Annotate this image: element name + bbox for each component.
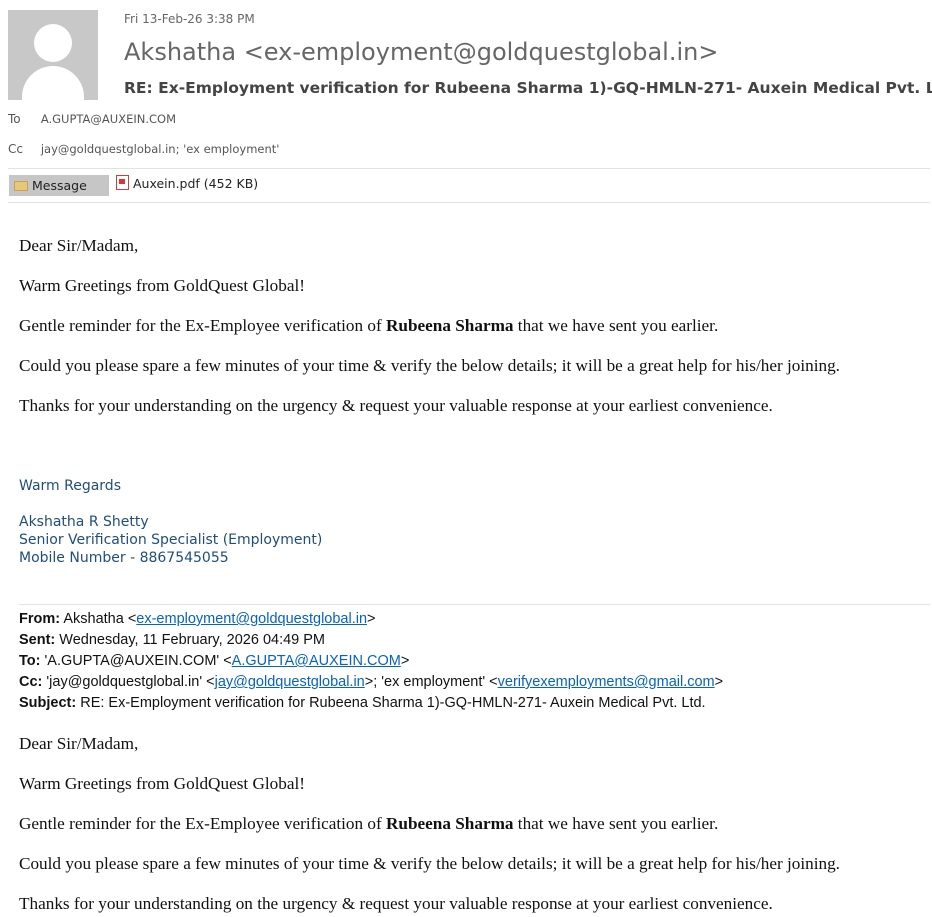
fw-from-label: From: <box>19 611 61 627</box>
to-label: To <box>8 112 21 126</box>
message-tab[interactable]: Message <box>9 175 109 196</box>
reminder-pre: Gentle reminder for the Ex-Employee veri… <box>19 316 386 335</box>
to-recipient[interactable]: A.GUPTA@AUXEIN.COM <box>41 112 176 126</box>
fw-candidate-name: Rubeena Sharma <box>386 814 514 833</box>
fw-cc-mid: >; 'ex employment' < <box>364 674 498 690</box>
thanks-line: Thanks for your understanding on the urg… <box>19 396 773 415</box>
signature-name: Akshatha R Shetty <box>19 514 149 530</box>
sender-avatar <box>8 10 98 100</box>
greeting: Dear Sir/Madam, <box>19 236 139 255</box>
fw-cc-email2-link[interactable]: verifyexemployments@gmail.com <box>498 674 715 690</box>
fw-from-name: Akshatha < <box>63 611 137 627</box>
fw-reminder-post: that we have sent you earlier. <box>513 814 719 833</box>
signature-title: Senior Verification Specialist (Employme… <box>19 532 323 548</box>
message-tab-label: Message <box>32 178 87 193</box>
fw-sent-value: Wednesday, 11 February, 2026 04:49 PM <box>59 632 326 648</box>
fw-to-close: > <box>400 653 410 669</box>
fw-from-close: > <box>367 611 376 627</box>
envelope-icon <box>14 180 28 191</box>
pdf-icon <box>116 175 129 190</box>
fw-subject-label: Subject: <box>19 695 77 711</box>
warm-greeting: Warm Greetings from GoldQuest Global! <box>19 276 305 295</box>
signature-regards: Warm Regards <box>19 478 121 494</box>
fw-cc-label: Cc: <box>19 674 43 690</box>
fw-cc-name1: 'jay@goldquestglobal.in' < <box>46 674 215 690</box>
fw-cc-email1-link[interactable]: jay@goldquestglobal.in <box>215 674 365 690</box>
fw-cc-close: > <box>714 674 724 690</box>
email-subject: RE: Ex-Employment verification for Rubee… <box>124 79 932 97</box>
avatar-head-shape <box>34 24 72 62</box>
fw-cc-row: Cc: 'jay@goldquestglobal.in' <jay@goldqu… <box>19 674 723 690</box>
reminder-line: Gentle reminder for the Ex-Employee veri… <box>19 316 718 336</box>
fw-subject-row: Subject: RE: Ex-Employment verification … <box>19 695 706 711</box>
received-date: Fri 13-Feb-26 3:38 PM <box>124 12 255 26</box>
fw-to-email-link[interactable]: A.GUPTA@AUXEIN.COM <box>232 653 401 669</box>
attachment-name: Auxein.pdf (452 KB) <box>133 176 259 191</box>
sender-name[interactable]: Akshatha <ex-employment@goldquestglobal.… <box>124 38 718 66</box>
attachment-pdf[interactable]: Auxein.pdf (452 KB) <box>116 175 259 192</box>
header-divider <box>8 168 930 169</box>
fw-subject-value: RE: Ex-Employment verification for Rubee… <box>80 695 706 711</box>
avatar-body-shape <box>22 66 84 100</box>
fw-reminder-pre: Gentle reminder for the Ex-Employee veri… <box>19 814 386 833</box>
cc-row: Cc jay@goldquestglobal.in; 'ex employmen… <box>8 142 279 156</box>
fw-sent-row: Sent: Wednesday, 11 February, 2026 04:49… <box>19 632 325 648</box>
request-line: Could you please spare a few minutes of … <box>19 356 840 375</box>
fw-request-line: Could you please spare a few minutes of … <box>19 854 840 873</box>
fw-reminder-line: Gentle reminder for the Ex-Employee veri… <box>19 814 718 834</box>
candidate-name: Rubeena Sharma <box>386 316 514 335</box>
fw-sent-label: Sent: <box>19 632 56 648</box>
fw-from-row: From: Akshatha <ex-employment@goldquestg… <box>19 611 376 627</box>
forward-divider <box>19 604 930 605</box>
to-row: To A.GUPTA@AUXEIN.COM <box>8 112 176 126</box>
fw-thanks-line: Thanks for your understanding on the urg… <box>19 894 773 913</box>
cc-label: Cc <box>8 142 23 156</box>
cc-recipients[interactable]: jay@goldquestglobal.in; 'ex employment' <box>41 142 280 156</box>
fw-greeting: Dear Sir/Madam, <box>19 734 139 753</box>
reminder-post: that we have sent you earlier. <box>513 316 719 335</box>
fw-to-label: To: <box>19 653 41 669</box>
fw-to-name: 'A.GUPTA@AUXEIN.COM' < <box>44 653 232 669</box>
fw-to-row: To: 'A.GUPTA@AUXEIN.COM' <A.GUPTA@AUXEIN… <box>19 653 409 669</box>
signature-mobile: Mobile Number - 8867545055 <box>19 550 229 566</box>
fw-from-email-link[interactable]: ex-employment@goldquestglobal.in <box>136 611 367 627</box>
fw-warm-greeting: Warm Greetings from GoldQuest Global! <box>19 774 305 793</box>
attachments-divider <box>8 202 930 203</box>
